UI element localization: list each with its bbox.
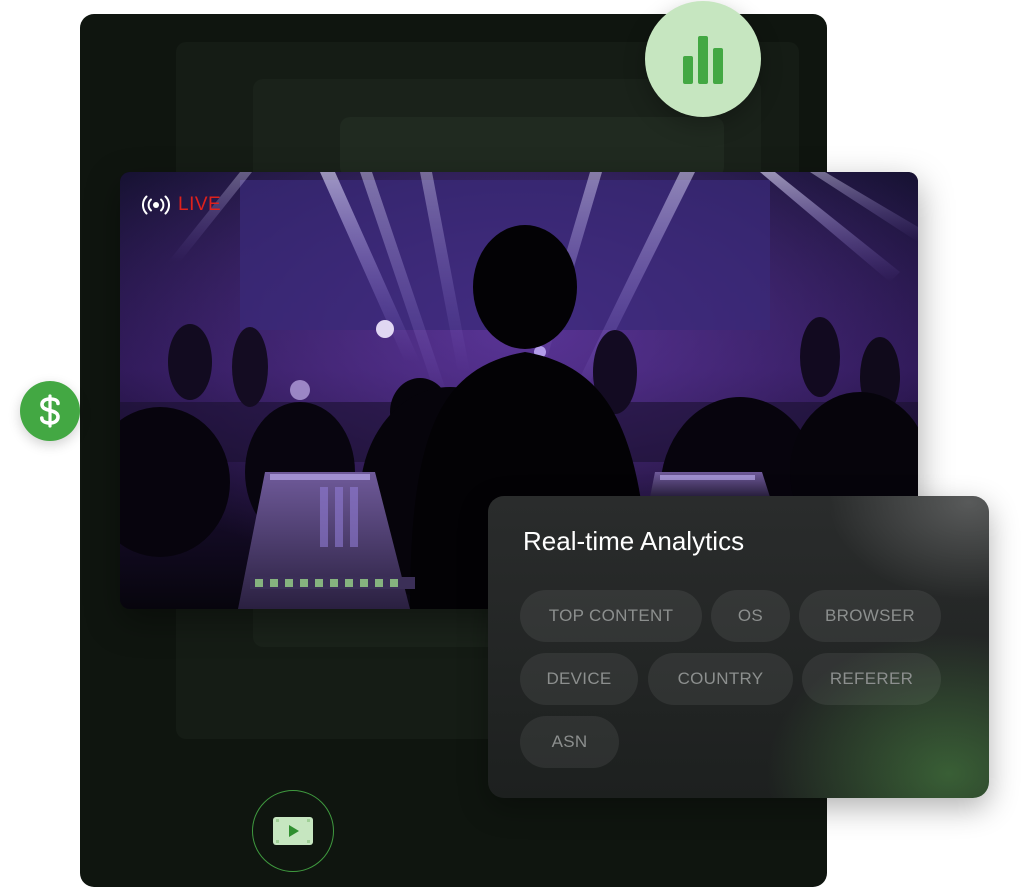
realtime-analytics-card: Real-time Analytics TOP CONTENT OS BROWS… (488, 496, 989, 798)
chip-os[interactable]: OS (711, 590, 790, 642)
dollar-icon (40, 394, 60, 428)
broadcast-icon (142, 195, 170, 215)
promo-stage: LIVE Real-time Analytics TOP CONTENT OS … (0, 0, 1024, 888)
chip-browser[interactable]: BROWSER (799, 590, 941, 642)
chip-asn[interactable]: ASN (520, 716, 619, 768)
chip-device[interactable]: DEVICE (520, 653, 638, 705)
backdrop-layer (340, 117, 724, 177)
dollar-bubble[interactable] (20, 381, 80, 441)
chip-referer[interactable]: REFERER (802, 653, 941, 705)
chart-bubble[interactable] (645, 1, 761, 117)
chip-country[interactable]: COUNTRY (648, 653, 793, 705)
bar-chart-icon (683, 36, 723, 84)
live-label: LIVE (178, 194, 222, 215)
analytics-title: Real-time Analytics (523, 526, 745, 556)
video-icon-circle[interactable] (252, 790, 334, 872)
play-video-icon (273, 817, 313, 845)
chip-top-content[interactable]: TOP CONTENT (520, 590, 702, 642)
live-badge: LIVE (142, 194, 221, 216)
